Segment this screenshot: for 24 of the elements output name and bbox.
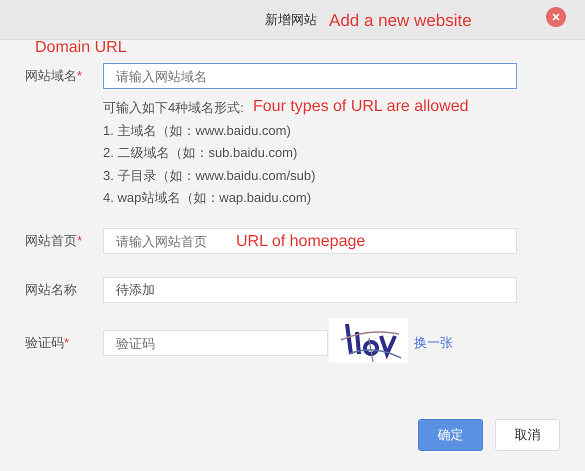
field-label: 验证码 — [25, 334, 64, 352]
cancel-button[interactable]: 取消 — [495, 419, 560, 451]
hint-item: 1. 主域名（如：www.baidu.com) — [103, 122, 291, 140]
hint-item: 4. wap站域名（如：wap.baidu.com) — [103, 189, 312, 207]
required-asterisk: * — [64, 334, 70, 352]
annotation-text: Four types of URL are allowed — [253, 97, 469, 117]
dialog-title: 新增网站 — [265, 11, 317, 29]
input-field[interactable]: 请输入网站域名 — [103, 63, 517, 89]
close-button[interactable] — [546, 7, 566, 27]
field-label: 网站首页 — [25, 232, 77, 250]
hint-item: 2. 二级域名（如：sub.baidu.com) — [103, 144, 298, 162]
field-label: 网站名称 — [25, 281, 77, 300]
refresh-link[interactable]: 换一张 — [414, 333, 453, 353]
required-asterisk: * — [77, 67, 82, 86]
field-label: 网站域名 — [25, 67, 77, 86]
hint-item: 3. 子目录（如：www.baidu.com/sub) — [103, 166, 316, 185]
annotation-text: Domain URL — [35, 38, 127, 58]
captcha-field[interactable]: 验证码 — [103, 330, 328, 356]
annotation-text: URL of homepage — [236, 232, 366, 252]
close-icon — [552, 13, 560, 21]
required-asterisk: * — [77, 232, 82, 250]
hint-text: 可输入如下4种域名形式: — [103, 99, 244, 117]
annotation-text: Add a new website — [329, 10, 472, 32]
input-field[interactable]: 待添加 — [103, 277, 517, 303]
